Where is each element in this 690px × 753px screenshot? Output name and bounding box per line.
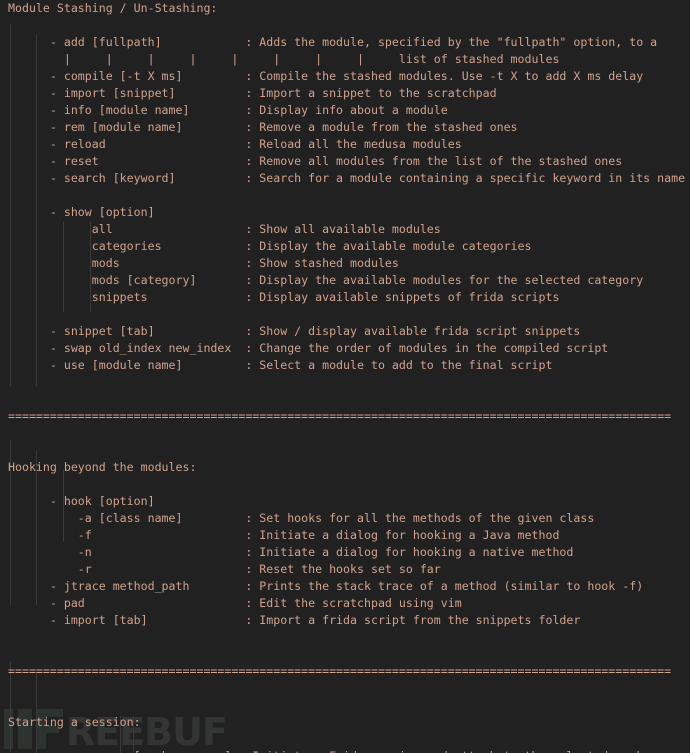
output-line: - info [module name] : Display info abou…: [8, 103, 448, 117]
output-line: - add [fullpath] : Adds the module, spec…: [8, 35, 658, 49]
output-line: -f : Initiate a dialog for hooking a Jav…: [8, 528, 560, 542]
output-line: - reload : Reload all the medusa modules: [8, 137, 462, 151]
output-line: - search [keyword] : Search for a module…: [8, 171, 686, 185]
output-line-blank: [0, 442, 690, 459]
output-line: - import [snippet] : Import a snippet to…: [8, 86, 497, 100]
output-line: categories : Display the available modul…: [8, 239, 532, 253]
output-line: - import [tab] : Import a frida script f…: [8, 613, 581, 627]
output-line: - snippet [tab] : Show / display availab…: [8, 324, 581, 338]
output-line: -r : Reset the hooks set so far: [8, 562, 441, 576]
section-divider: ========================================…: [8, 664, 672, 678]
output-line: - show [option]: [8, 205, 155, 219]
output-line: - rem [module name] : Remove a module fr…: [8, 120, 518, 134]
section-title-hooking: Hooking beyond the modules:: [8, 460, 197, 474]
output-line-blank: [0, 697, 690, 714]
section-title-module-stashing: Module Stashing / Un-Stashing:: [8, 1, 218, 15]
output-line: -n : Initiate a dialog for hooking a nat…: [8, 545, 574, 559]
output-line-blank: [0, 680, 690, 697]
output-line: -a [class name] : Set hooks for all the …: [8, 511, 595, 525]
output-line: - pad : Edit the scratchpad using vim: [8, 596, 462, 610]
output-line: - compile [-t X ms] : Compile the stashe…: [8, 69, 644, 83]
output-line: all : Show all available modules: [8, 222, 441, 236]
output-line: snippets : Display available snippets of…: [8, 290, 560, 304]
output-line: - reset : Remove all modules from the li…: [8, 154, 623, 168]
output-line: | | | | | | | | list of stashed modules: [8, 52, 560, 66]
terminal-window: REEBUF Module Stashing / Un-Stashing: - …: [0, 0, 690, 753]
output-line: - run [package name] : Initiate a Frida …: [0, 748, 690, 753]
output-line-blank: [0, 425, 690, 442]
output-line: - use [module name] : Select a module to…: [8, 358, 553, 372]
section-title-starting-session: Starting a session:: [8, 715, 141, 729]
terminal-output: Module Stashing / Un-Stashing: - add [fu…: [0, 0, 690, 753]
output-line: mods : Show stashed modules: [8, 256, 399, 270]
output-line: - swap old_index new_index : Change the …: [8, 341, 609, 355]
output-line: mods [category] : Display the available …: [8, 273, 644, 287]
output-line: - jtrace method_path : Prints the stack …: [8, 579, 644, 593]
output-line: - hook [option]: [8, 494, 155, 508]
section-divider: ========================================…: [8, 409, 672, 423]
